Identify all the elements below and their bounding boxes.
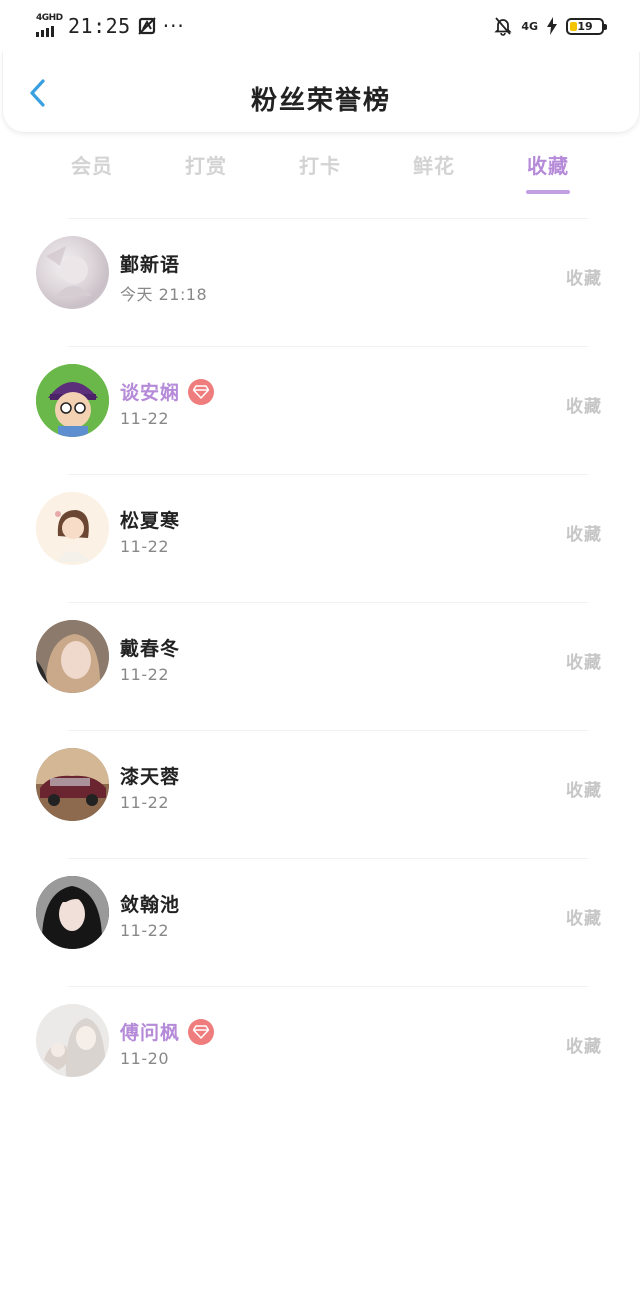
diamond-badge-icon — [188, 378, 215, 405]
name-line: 鄞新语 — [120, 250, 180, 277]
battery-level: 19 — [577, 19, 593, 33]
avatar[interactable] — [36, 236, 109, 309]
favorite-label: 收藏 — [566, 653, 602, 673]
status-bar: 4GHD 21:25 ··· 4G 19 — [0, 0, 640, 52]
name-line: 漆天蓉 — [120, 762, 180, 789]
user-name: 鄞新语 — [120, 254, 181, 276]
user-name: 傅问枫 — [120, 1022, 181, 1044]
name-line: 敛翰池 — [120, 890, 180, 917]
battery-icon: 19 — [566, 17, 607, 35]
list-item[interactable]: 谈安娴 11-22 收藏 — [0, 346, 640, 474]
status-bar-left: 4GHD 21:25 ··· — [36, 13, 185, 38]
timestamp: 11-22 — [120, 537, 169, 556]
tab-favorites[interactable]: 收藏 — [491, 150, 605, 200]
timestamp: 今天 21:18 — [120, 285, 208, 304]
list-item[interactable]: 鄞新语 今天 21:18 收藏 — [0, 218, 640, 346]
user-name: 谈安娴 — [120, 382, 181, 404]
avatar[interactable] — [36, 748, 109, 821]
list-item[interactable]: 戴春冬 11-22 收藏 — [0, 602, 640, 730]
diamond-badge-icon — [188, 1018, 215, 1045]
avatar[interactable] — [36, 876, 109, 949]
favorite-label: 收藏 — [566, 1037, 602, 1057]
page-title: 粉丝荣誉榜 — [250, 86, 391, 116]
screenshot-icon — [138, 17, 156, 35]
list-item[interactable]: 漆天蓉 11-22 收藏 — [0, 730, 640, 858]
user-name: 松夏寒 — [120, 510, 181, 532]
status-bar-right: 4G 19 — [493, 16, 607, 36]
user-name: 漆天蓉 — [120, 766, 181, 788]
timestamp: 11-22 — [120, 921, 169, 940]
favorite-label: 收藏 — [566, 269, 602, 289]
name-line: 松夏寒 — [120, 506, 180, 533]
tab-flowers[interactable]: 鲜花 — [377, 150, 491, 200]
charging-bolt-icon — [547, 17, 557, 35]
favorite-label: 收藏 — [566, 781, 602, 801]
fan-list: 鄞新语 今天 21:18 收藏 谈安娴 11-22 收藏 松夏寒 11-22 收… — [0, 218, 640, 1114]
timestamp: 11-22 — [120, 793, 169, 812]
timestamp: 11-22 — [120, 409, 169, 428]
list-item[interactable]: 敛翰池 11-22 收藏 — [0, 858, 640, 986]
favorite-label: 收藏 — [566, 397, 602, 417]
avatar[interactable] — [36, 364, 109, 437]
user-name: 敛翰池 — [120, 894, 181, 916]
bell-muted-icon — [494, 17, 512, 36]
user-name: 戴春冬 — [120, 638, 181, 660]
list-item[interactable]: 松夏寒 11-22 收藏 — [0, 474, 640, 602]
tab-member[interactable]: 会员 — [35, 150, 149, 200]
header-bar: 粉丝荣誉榜 — [2, 52, 640, 133]
tab-reward[interactable]: 打赏 — [149, 150, 263, 200]
avatar[interactable] — [36, 492, 109, 565]
network-type-label: 4GHD — [36, 13, 63, 23]
favorite-label: 收藏 — [566, 525, 602, 545]
name-line: 戴春冬 — [120, 634, 180, 661]
favorite-label: 收藏 — [566, 909, 602, 929]
avatar[interactable] — [36, 1004, 109, 1077]
name-line: 傅问枫 — [120, 1018, 215, 1045]
avatar[interactable] — [36, 620, 109, 693]
timestamp: 11-20 — [120, 1049, 169, 1068]
tab-bar: 会员 打赏 打卡 鲜花 收藏 — [35, 150, 605, 200]
name-line: 谈安娴 — [120, 378, 215, 405]
cellular-signal-icon: 4GHD — [36, 13, 63, 37]
clock: 21:25 — [68, 14, 131, 38]
more-notifications-icon: ··· — [162, 14, 185, 38]
mobile-data-label: 4G — [521, 19, 538, 33]
timestamp: 11-22 — [120, 665, 169, 684]
list-item[interactable]: 傅问枫 11-20 收藏 — [0, 986, 640, 1114]
tab-checkin[interactable]: 打卡 — [263, 150, 377, 200]
